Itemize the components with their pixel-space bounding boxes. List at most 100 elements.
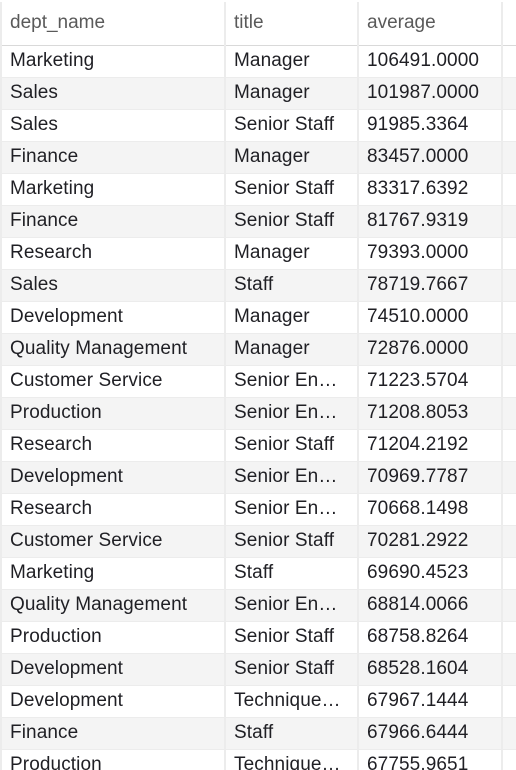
cell-overflow[interactable] xyxy=(501,653,516,686)
cell-dept_name[interactable]: Sales xyxy=(0,77,225,110)
cell-overflow[interactable] xyxy=(501,173,516,206)
cell-title[interactable]: Senior En… xyxy=(224,365,358,398)
cell-overflow[interactable] xyxy=(501,269,516,302)
cell-dept_name[interactable]: Finance xyxy=(0,205,225,238)
table-row[interactable]: Finance Manager 83457.0000 xyxy=(0,141,516,174)
cell-average[interactable]: 67967.1444 xyxy=(357,685,502,718)
cell-dept_name[interactable]: Development xyxy=(0,685,225,718)
column-header-dept-name[interactable]: dept_name xyxy=(0,2,225,46)
cell-dept_name[interactable]: Marketing xyxy=(0,45,225,78)
table-row[interactable]: Quality Management Manager 72876.0000 xyxy=(0,333,516,366)
cell-dept_name[interactable]: Finance xyxy=(0,141,225,174)
cell-average[interactable]: 71223.5704 xyxy=(357,365,502,398)
cell-title[interactable]: Technique… xyxy=(224,685,358,718)
cell-title[interactable]: Senior En… xyxy=(224,397,358,430)
cell-title[interactable]: Manager xyxy=(224,141,358,174)
cell-overflow[interactable] xyxy=(501,397,516,430)
cell-average[interactable]: 71208.8053 xyxy=(357,397,502,430)
cell-title[interactable]: Staff xyxy=(224,717,358,750)
cell-average[interactable]: 74510.0000 xyxy=(357,301,502,334)
cell-overflow[interactable] xyxy=(501,205,516,238)
cell-average[interactable]: 83457.0000 xyxy=(357,141,502,174)
cell-average[interactable]: 71204.2192 xyxy=(357,429,502,462)
column-header-overflow[interactable] xyxy=(501,2,516,46)
table-row[interactable]: Production Senior En… 71208.8053 xyxy=(0,397,516,430)
table-row[interactable]: Marketing Manager 106491.0000 xyxy=(0,45,516,78)
cell-average[interactable]: 70281.2922 xyxy=(357,525,502,558)
cell-dept_name[interactable]: Sales xyxy=(0,109,225,142)
cell-average[interactable]: 69690.4523 xyxy=(357,557,502,590)
cell-average[interactable]: 70668.1498 xyxy=(357,493,502,526)
table-row[interactable]: Development Technique… 67967.1444 xyxy=(0,685,516,718)
cell-average[interactable]: 101987.0000 xyxy=(357,77,502,110)
cell-overflow[interactable] xyxy=(501,717,516,750)
cell-overflow[interactable] xyxy=(501,237,516,270)
cell-dept_name[interactable]: Quality Management xyxy=(0,589,225,622)
cell-overflow[interactable] xyxy=(501,77,516,110)
cell-dept_name[interactable]: Research xyxy=(0,493,225,526)
cell-dept_name[interactable]: Quality Management xyxy=(0,333,225,366)
cell-dept_name[interactable]: Customer Service xyxy=(0,525,225,558)
cell-overflow[interactable] xyxy=(501,301,516,334)
cell-title[interactable]: Manager xyxy=(224,45,358,78)
cell-dept_name[interactable]: Marketing xyxy=(0,173,225,206)
cell-average[interactable]: 79393.0000 xyxy=(357,237,502,270)
cell-title[interactable]: Senior En… xyxy=(224,461,358,494)
cell-dept_name[interactable]: Finance xyxy=(0,717,225,750)
cell-title[interactable]: Senior Staff xyxy=(224,109,358,142)
cell-dept_name[interactable]: Research xyxy=(0,429,225,462)
table-row[interactable]: Research Senior Staff 71204.2192 xyxy=(0,429,516,462)
cell-title[interactable]: Staff xyxy=(224,557,358,590)
cell-dept_name[interactable]: Production xyxy=(0,749,225,770)
cell-overflow[interactable] xyxy=(501,525,516,558)
cell-overflow[interactable] xyxy=(501,429,516,462)
table-row[interactable]: Research Manager 79393.0000 xyxy=(0,237,516,270)
cell-title[interactable]: Manager xyxy=(224,77,358,110)
cell-average[interactable]: 67966.6444 xyxy=(357,717,502,750)
query-result-grid[interactable]: dept_name title average Marketing Manager… xyxy=(0,0,516,770)
cell-title[interactable]: Technique… xyxy=(224,749,358,770)
cell-dept_name[interactable]: Customer Service xyxy=(0,365,225,398)
table-row[interactable]: Finance Senior Staff 81767.9319 xyxy=(0,205,516,238)
cell-average[interactable]: 81767.9319 xyxy=(357,205,502,238)
cell-dept_name[interactable]: Development xyxy=(0,301,225,334)
cell-overflow[interactable] xyxy=(501,141,516,174)
table-row[interactable]: Sales Staff 78719.7667 xyxy=(0,269,516,302)
cell-average[interactable]: 72876.0000 xyxy=(357,333,502,366)
cell-average[interactable]: 83317.6392 xyxy=(357,173,502,206)
cell-overflow[interactable] xyxy=(501,45,516,78)
cell-title[interactable]: Manager xyxy=(224,301,358,334)
cell-title[interactable]: Senior En… xyxy=(224,589,358,622)
cell-overflow[interactable] xyxy=(501,685,516,718)
cell-title[interactable]: Staff xyxy=(224,269,358,302)
cell-overflow[interactable] xyxy=(501,749,516,770)
cell-title[interactable]: Senior En… xyxy=(224,493,358,526)
cell-average[interactable]: 67755.9651 xyxy=(357,749,502,770)
table-row[interactable]: Research Senior En… 70668.1498 xyxy=(0,493,516,526)
table-row[interactable]: Production Technique… 67755.9651 xyxy=(0,749,516,770)
cell-dept_name[interactable]: Production xyxy=(0,397,225,430)
cell-average[interactable]: 78719.7667 xyxy=(357,269,502,302)
cell-overflow[interactable] xyxy=(501,365,516,398)
column-header-average[interactable]: average xyxy=(357,2,502,46)
table-row[interactable]: Marketing Senior Staff 83317.6392 xyxy=(0,173,516,206)
cell-title[interactable]: Senior Staff xyxy=(224,525,358,558)
cell-overflow[interactable] xyxy=(501,589,516,622)
table-row[interactable]: Development Senior Staff 68528.1604 xyxy=(0,653,516,686)
table-row[interactable]: Marketing Staff 69690.4523 xyxy=(0,557,516,590)
table-row[interactable]: Production Senior Staff 68758.8264 xyxy=(0,621,516,654)
table-row[interactable]: Quality Management Senior En… 68814.0066 xyxy=(0,589,516,622)
table-row[interactable]: Development Senior En… 70969.7787 xyxy=(0,461,516,494)
cell-overflow[interactable] xyxy=(501,621,516,654)
cell-dept_name[interactable]: Sales xyxy=(0,269,225,302)
table-row[interactable]: Sales Senior Staff 91985.3364 xyxy=(0,109,516,142)
cell-overflow[interactable] xyxy=(501,333,516,366)
cell-average[interactable]: 68814.0066 xyxy=(357,589,502,622)
cell-title[interactable]: Senior Staff xyxy=(224,621,358,654)
cell-average[interactable]: 106491.0000 xyxy=(357,45,502,78)
table-row[interactable]: Customer Service Senior En… 71223.5704 xyxy=(0,365,516,398)
cell-title[interactable]: Manager xyxy=(224,333,358,366)
cell-dept_name[interactable]: Production xyxy=(0,621,225,654)
cell-overflow[interactable] xyxy=(501,461,516,494)
table-row[interactable]: Development Manager 74510.0000 xyxy=(0,301,516,334)
